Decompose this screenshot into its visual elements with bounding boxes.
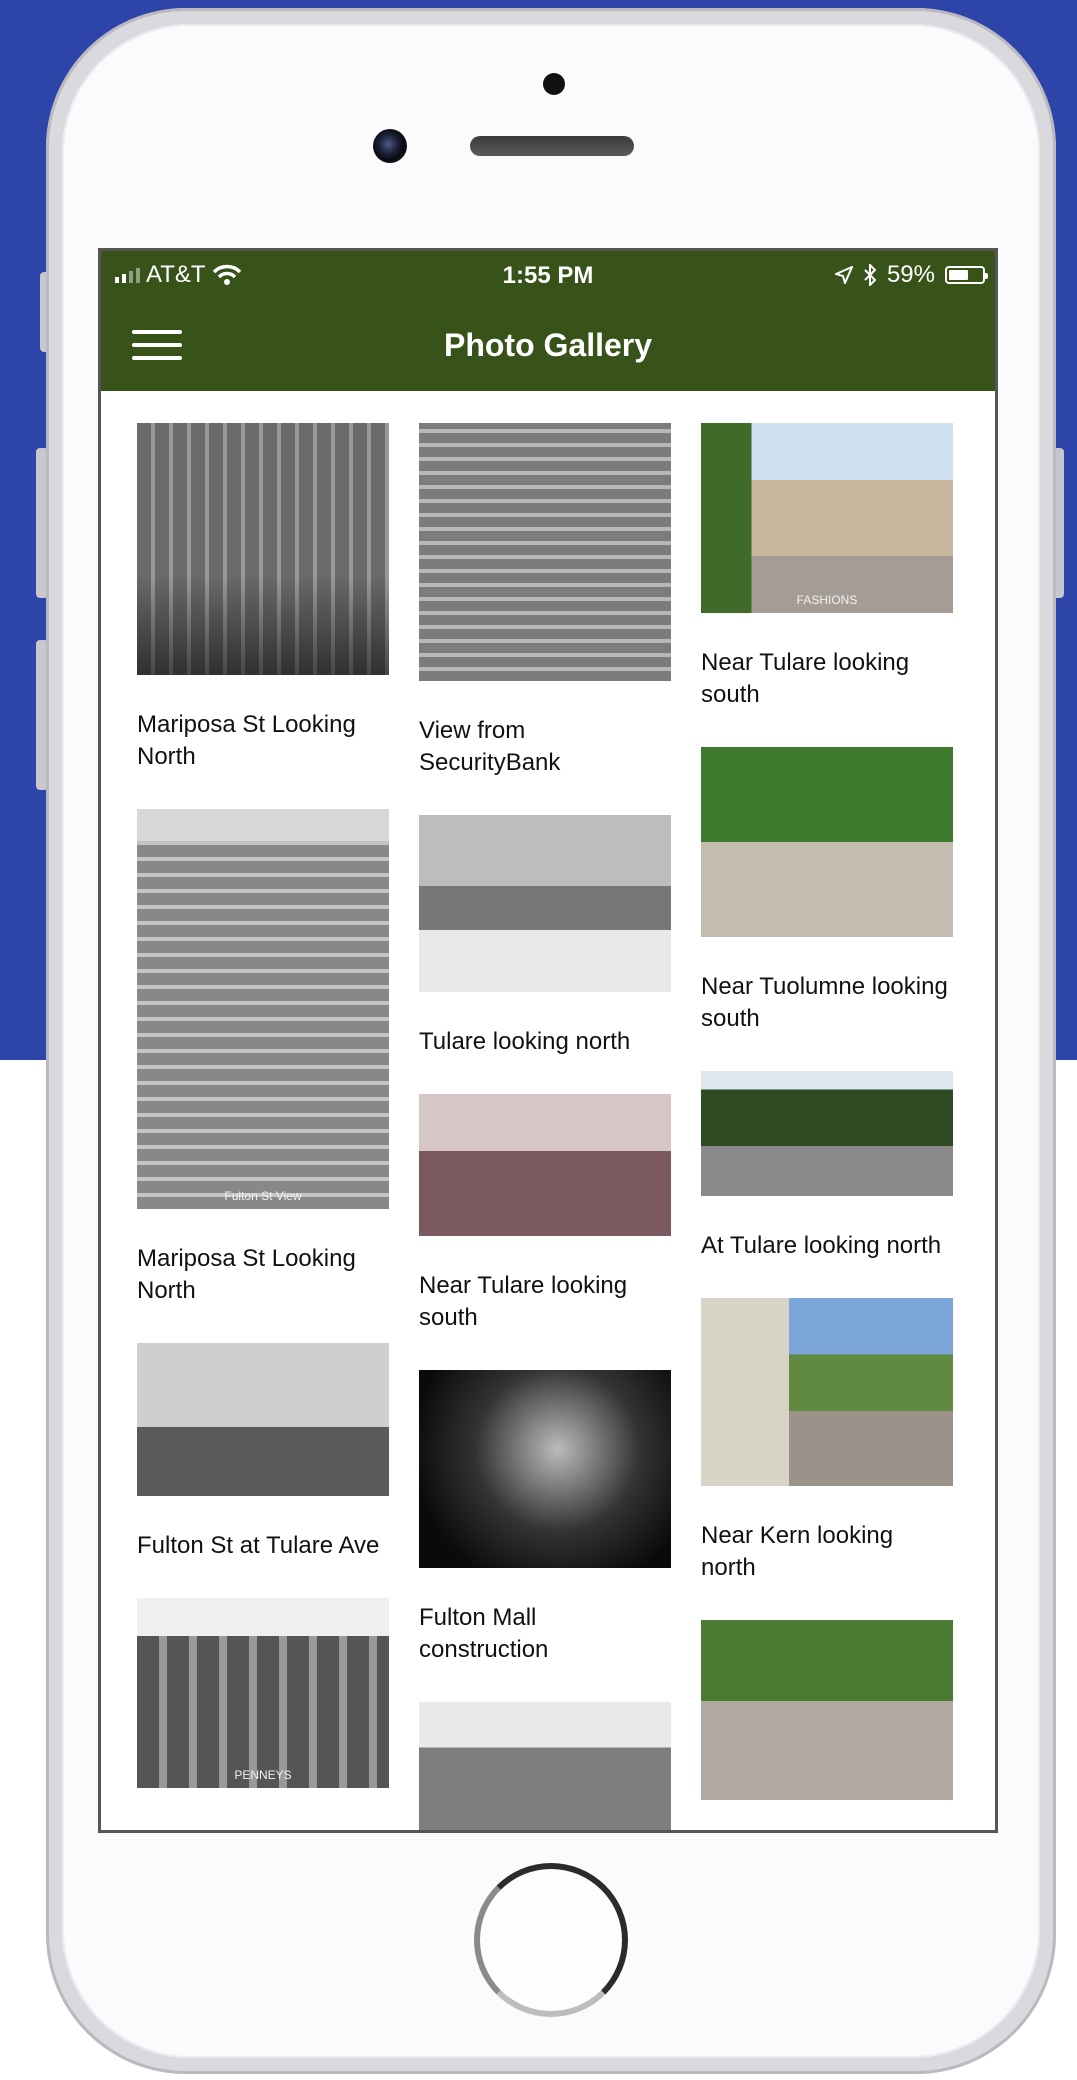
photo-printed-text: PENNEYS [234, 1768, 292, 1782]
photo-caption: Tulare looking north [419, 1028, 631, 1055]
gallery-item[interactable]: Near Tulare looking south [419, 1094, 671, 1334]
gallery-item[interactable]: At Tulare looking north [701, 1071, 953, 1262]
gallery-item[interactable]: Fulton Mall construction [419, 1370, 671, 1666]
gallery-item[interactable]: FASHIONS Near Tulare looking south [701, 423, 953, 711]
status-right: 59% [834, 261, 988, 289]
photo-fountain-icon[interactable] [701, 747, 953, 937]
gallery-item[interactable]: Near Kern looking north [701, 1298, 953, 1584]
photo-aerial-icon[interactable] [419, 423, 671, 681]
battery-percent: 59% [886, 261, 935, 288]
gallery-column-1: Mariposa St Looking North Fulton St View M… [137, 423, 389, 1788]
photo-caption: Near Tulare looking south [701, 649, 910, 708]
gallery-item[interactable]: Near Tuolumne looking south [701, 747, 953, 1035]
photo-caption: At Tulare looking north [701, 1232, 942, 1259]
photo-caption: Near Tuolumne looking south [701, 973, 948, 1032]
photo-caption: Near Tulare looking south [419, 1272, 628, 1331]
front-camera-icon [373, 129, 407, 163]
photo-gallery: Mariposa St Looking North Fulton St View M… [101, 391, 995, 1830]
photo-parade-icon[interactable]: PENNEYS [137, 1598, 389, 1788]
page-title: Photo Gallery [443, 327, 653, 363]
battery-fill [949, 270, 968, 280]
gallery-column-3: FASHIONS Near Tulare looking south Near Tu… [701, 423, 953, 1800]
photo-plaza-icon[interactable] [701, 1298, 953, 1486]
photo-mall-icon[interactable] [701, 1620, 953, 1800]
status-bar: AT&T 1:55 PM 59% [101, 251, 995, 299]
photo-aerial-icon[interactable]: Fulton St View [137, 809, 389, 1209]
earpiece-speaker [470, 136, 634, 156]
gallery-item[interactable]: Mariposa St Looking North [137, 423, 389, 773]
gallery-item[interactable] [701, 1620, 953, 1800]
location-arrow-icon [834, 266, 853, 284]
app-screen: AT&T 1:55 PM 59% Photo Gallery Mariposa … [101, 251, 995, 1830]
proximity-sensor [543, 73, 565, 95]
nav-bar: Photo Gallery [101, 299, 995, 391]
gallery-item[interactable]: Fulton St View Mariposa St Looking North [137, 809, 389, 1307]
photo-caption: Mariposa St Looking North [137, 711, 356, 770]
photo-printed-text: Fulton St View [224, 1189, 302, 1203]
home-button[interactable] [474, 1863, 628, 2017]
gallery-item[interactable]: PENNEYS [137, 1598, 389, 1788]
gallery-item[interactable]: Fulton St at Tulare Ave [137, 1343, 389, 1562]
photo-printed-text: FASHIONS [796, 593, 858, 607]
photo-night-icon[interactable] [419, 1370, 671, 1568]
photo-streetcar-icon[interactable] [137, 1343, 389, 1496]
photo-intersection-icon[interactable] [419, 815, 671, 992]
photo-street-icon[interactable] [137, 423, 389, 675]
photo-caption: Fulton Mall construction [419, 1604, 549, 1663]
photo-caption: Near Kern looking north [701, 1522, 894, 1581]
bluetooth-icon [864, 264, 877, 286]
photo-caption: View from SecurityBank [419, 717, 561, 776]
photo-street-icon[interactable] [419, 1702, 671, 1830]
gallery-item[interactable]: Tulare looking north [419, 815, 671, 1058]
gallery-item[interactable] [419, 1702, 671, 1830]
photo-caption: Fulton St at Tulare Ave [137, 1532, 380, 1559]
battery-icon [945, 266, 988, 284]
photo-caption: Mariposa St Looking North [137, 1245, 356, 1304]
photo-trees-icon[interactable] [701, 1071, 953, 1196]
photo-storefront-icon[interactable]: FASHIONS [701, 423, 953, 613]
gallery-item[interactable]: View from SecurityBank [419, 423, 671, 779]
gallery-column-2: View from SecurityBank Tulare looking nor… [419, 423, 671, 1830]
photo-traffic-icon[interactable] [419, 1094, 671, 1236]
